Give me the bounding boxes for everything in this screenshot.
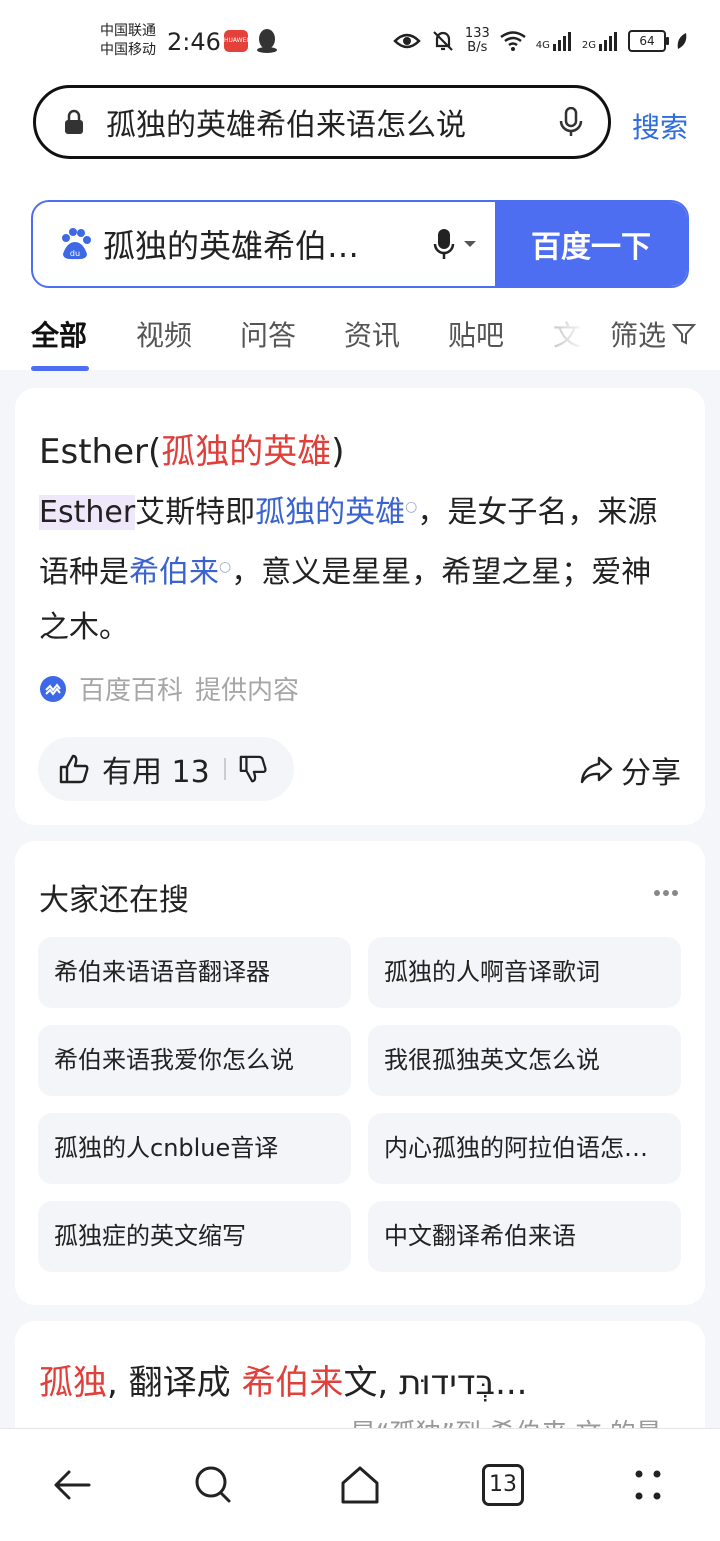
related-search-item[interactable]: 孤独的人cnblue音译 [38,1113,351,1184]
tab-qa[interactable]: 问答 [240,314,296,354]
address-input[interactable]: 孤独的英雄希伯来语怎么说 [33,85,611,159]
mute-bell-icon [433,31,453,51]
browser-search-bar: 孤独的英雄希伯来语怎么说 搜索 [0,80,720,180]
useful-vote: 有用 13 [38,737,294,801]
filter-icon [672,324,697,345]
lock-icon [65,109,83,134]
status-bar: 中国联通 中国移动 2:46 HUAWEI 133 B/s 4G 2G 64 [0,0,720,80]
tab-fade [545,310,605,360]
thumbs-down-icon[interactable] [238,754,268,784]
tabs-count: 13 [482,1464,524,1506]
tab-tieba[interactable]: 贴吧 [448,314,504,354]
microphone-icon[interactable] [558,107,584,137]
baidu-query-text: 孤独的英雄希伯… [103,227,360,265]
status-time: 2:46 [167,28,221,56]
keyword-link[interactable]: 孤独的英雄 [255,495,405,530]
search-button[interactable]: 搜索 [632,106,688,146]
thumbs-up-icon[interactable] [58,753,90,785]
filter-button[interactable]: 筛选 [610,314,697,354]
arrow-left-icon [54,1470,91,1500]
more-icon[interactable] [653,889,679,897]
home-button[interactable] [330,1455,390,1515]
status-right: 133 B/s 4G 2G 64 [393,26,688,56]
answer-source[interactable]: 百度百科 提供内容 [39,670,299,707]
related-search-item[interactable]: 希伯来语我爱你怎么说 [38,1025,351,1096]
search-icon [195,1466,231,1503]
signal-icon [599,32,617,51]
baidu-header: du 孤独的英雄希伯… 百度一下 全部 视频 问答 资讯 贴吧 文 筛选 [0,180,720,371]
eye-icon [393,33,421,49]
search-tabs: 全部 视频 问答 资讯 贴吧 文 筛选 [0,310,720,371]
share-label: 分享 [621,756,681,791]
signal-type-2: 2G [581,40,596,51]
battery-icon: 64 [628,30,669,52]
carrier-info: 中国联通 中国移动 [100,22,156,60]
signal-icon [552,32,571,51]
related-searches-card: 大家还在搜 希伯来语语音翻译器 孤独的人啊音译歌词 希伯来语我爱你怎么说 我很孤… [15,841,705,1305]
svg-text:du: du [70,249,80,258]
related-search-item[interactable]: 内心孤独的阿拉伯语怎… [368,1113,681,1184]
answer-body: Esther艾斯特即孤独的英雄○，是女子名，来源语种是希伯来○，意义是星星，希望… [39,495,658,645]
tabs-button[interactable]: 13 [473,1455,533,1515]
related-search-item[interactable]: 希伯来语语音翻译器 [38,937,351,1008]
huawei-app-icon: HUAWEI [224,30,248,52]
related-search-item[interactable]: 我很孤独英文怎么说 [368,1025,681,1096]
baidu-paw-icon: du [62,228,91,260]
result-title[interactable]: 孤独, 翻译成 希伯来文, בְּדידוּת... [39,1355,528,1404]
baidu-search-box: du 孤独的英雄希伯… 百度一下 [31,200,689,288]
leaf-icon [677,33,687,49]
tab-all[interactable]: 全部 [31,314,87,354]
related-search-item[interactable]: 孤独的人啊音译歌词 [368,937,681,1008]
source-suffix: 提供内容 [195,676,300,706]
microphone-icon[interactable] [433,228,455,260]
search-nav-button[interactable] [184,1455,244,1515]
chevron-down-icon[interactable] [463,239,477,249]
back-button[interactable] [42,1455,102,1515]
home-icon [341,1466,379,1504]
search-icon: ○ [405,499,418,515]
baidu-search-input[interactable]: du 孤独的英雄希伯… [33,202,495,286]
answer-title[interactable]: Esther(孤独的英雄) [39,424,345,473]
related-search-item[interactable]: 孤独症的英文缩写 [38,1201,351,1272]
carrier-1: 中国联通 [100,23,156,39]
address-text: 孤独的英雄希伯来语怎么说 [106,108,466,143]
baidu-search-button[interactable]: 百度一下 [495,202,687,286]
share-icon [580,756,613,784]
search-icon: ○ [219,559,232,575]
signal-type-1: 4G [535,40,550,51]
baike-answer-card: Esther(孤独的英雄) Esther艾斯特即孤独的英雄○，是女子名，来源语种… [15,388,705,825]
bottom-nav: 13 [0,1428,720,1541]
tab-news[interactable]: 资讯 [344,314,400,354]
tab-active-indicator [31,366,89,371]
source-name: 百度百科 [79,676,184,706]
useful-button[interactable]: 有用 13 [102,747,210,791]
related-search-item[interactable]: 中文翻译希伯来语 [368,1201,681,1272]
baike-icon [40,675,66,702]
wifi-icon [500,31,526,51]
tab-video[interactable]: 视频 [136,314,192,354]
related-title: 大家还在搜 [39,883,189,918]
menu-button[interactable] [618,1455,678,1515]
menu-dots-icon [635,1470,661,1500]
divider [223,758,226,780]
share-button[interactable]: 分享 [579,748,681,792]
keyword-link[interactable]: 希伯来 [129,555,219,590]
net-speed: 133 B/s [464,26,490,55]
carrier-2: 中国移动 [100,42,156,58]
qq-icon [257,29,277,53]
filter-label: 筛选 [610,319,667,352]
